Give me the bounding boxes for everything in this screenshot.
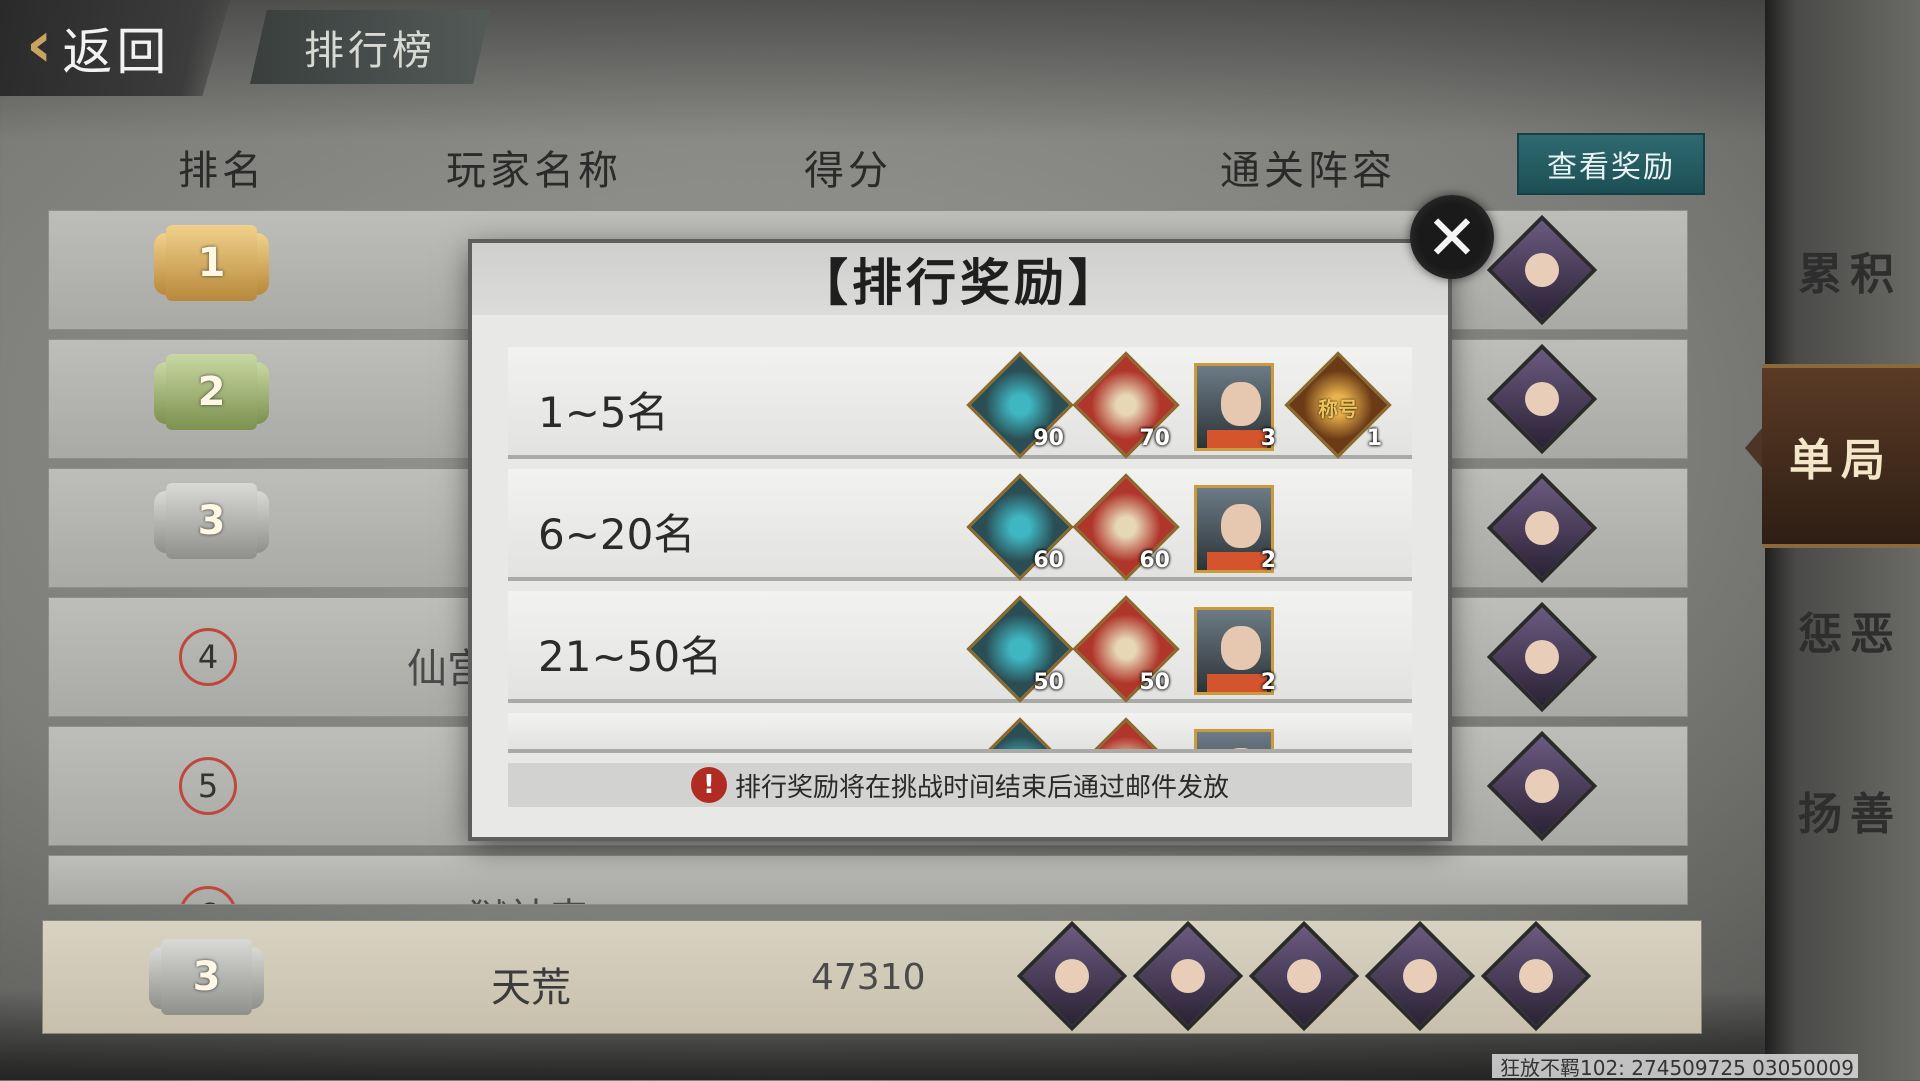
pouch-item-icon[interactable]: 70 [1072,351,1180,459]
self-player-name: 天荒 [491,965,571,1011]
reward-tier-row: 21~50名 50 50 2 [508,591,1412,703]
table-row: 6 狱神森 [48,855,1688,905]
crystal-item-icon[interactable]: 50 [966,595,1074,703]
reward-rank-range: 6~20名 [538,510,696,559]
tab-punish-evil[interactable]: 惩恶 [1780,570,1920,690]
rank-number: 6 [179,886,237,904]
rank-reward-modal: 【排行奖励】 1~5名 90 70 3 称号 1 6~20名 60 60 2 21… [472,243,1448,837]
reward-list[interactable]: 1~5名 90 70 3 称号 1 6~20名 60 60 2 21~50名 50… [508,347,1412,757]
hero-avatar[interactable] [1364,920,1476,1032]
self-score: 47310 [811,957,926,998]
reward-rank-range: 1~5名 [538,388,669,437]
rank-scroll-badge: 1 [154,225,269,301]
hero-avatar[interactable] [1486,343,1598,455]
pouch-item-icon[interactable]: 60 [1072,473,1180,581]
reward-tier-row: 1~5名 90 70 3 称号 1 [508,347,1412,459]
back-button[interactable]: ‹ 返回 [0,0,230,96]
tab-promote-good[interactable]: 扬善 [1780,750,1920,870]
header-score: 得分 [804,148,892,194]
crystal-item-icon[interactable] [966,717,1074,749]
hero-avatar[interactable] [1486,214,1598,326]
hero-avatar[interactable] [1248,920,1360,1032]
page-title: 排行榜 [304,28,436,74]
crystal-item-icon[interactable]: 90 [966,351,1074,459]
rank-number: 5 [179,757,237,815]
reward-tier-row: 6~20名 60 60 2 [508,469,1412,581]
hero-avatar[interactable] [1486,730,1598,842]
hero-card-item-icon[interactable]: 2 [1184,479,1280,575]
chevron-left-icon: ‹ [26,8,53,82]
hero-avatar[interactable] [1486,601,1598,713]
hero-card-item-icon[interactable] [1184,723,1280,749]
pouch-item-icon[interactable]: 50 [1072,595,1180,703]
hero-card-item-icon[interactable]: 3 [1184,357,1280,453]
reward-notice: ! 排行奖励将在挑战时间结束后通过邮件发放 [508,763,1412,807]
page-title-tab: 排行榜 [250,10,490,84]
hero-avatar[interactable] [1486,472,1598,584]
crystal-item-icon[interactable]: 60 [966,473,1074,581]
pouch-item-icon[interactable] [1072,717,1180,749]
modal-title: 【排行奖励】 [798,254,1122,312]
hero-avatar[interactable] [1016,920,1128,1032]
hero-avatar[interactable] [1132,920,1244,1032]
rank-scroll-badge: 3 [149,939,264,1015]
back-label: 返回 [62,23,171,81]
player-id-footer: 狂放不羁102: 274509725 03050009 [1492,1054,1858,1080]
header-lineup: 通关阵容 [1220,148,1396,194]
self-rank-row: 3 天荒 47310 [42,920,1702,1034]
tab-cumulative[interactable]: 累积 [1780,210,1920,330]
modal-header: 【排行奖励】 [472,243,1448,315]
rank-scroll-badge: 3 [154,483,269,559]
close-icon[interactable]: ✕ [1410,195,1494,279]
warning-icon: ! [690,767,727,803]
hero-avatar[interactable] [1480,920,1592,1032]
notice-text: 排行奖励将在挑战时间结束后通过邮件发放 [734,772,1229,803]
tab-single-round[interactable]: 单局 [1762,364,1920,548]
view-reward-button[interactable]: 查看奖励 [1517,133,1705,195]
title-badge-item-icon[interactable]: 称号 1 [1284,351,1392,459]
reward-rank-range: 21~50名 [538,632,723,681]
hero-card-item-icon[interactable]: 2 [1184,601,1280,697]
reward-tier-row [508,713,1412,753]
rank-number: 4 [179,628,237,686]
header-player-name: 玩家名称 [446,148,622,194]
header-rank: 排名 [178,148,266,194]
rank-scroll-badge: 2 [154,354,269,430]
player-name: 狱神森 [469,886,589,904]
